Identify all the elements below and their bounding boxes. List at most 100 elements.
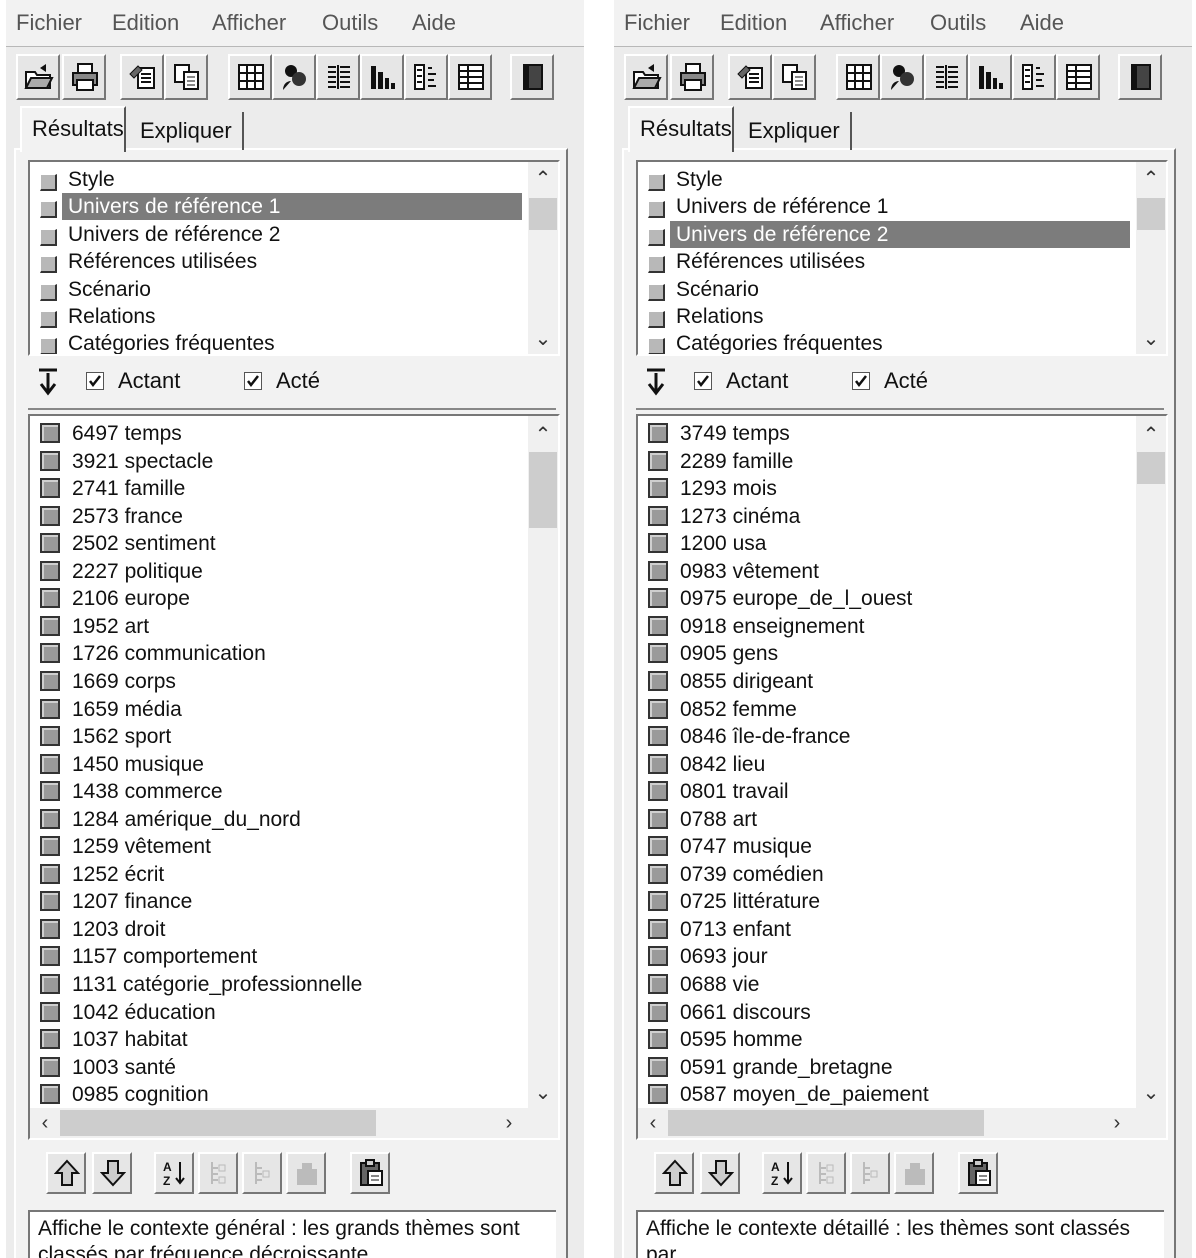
scroll-thumb[interactable]: [60, 1110, 376, 1136]
bar-chart-button[interactable]: [360, 54, 404, 100]
list-item[interactable]: 1207 finance: [30, 888, 526, 915]
people-button[interactable]: [272, 54, 316, 100]
scroll-thumb[interactable]: [529, 452, 557, 528]
stamp-button[interactable]: [894, 1152, 934, 1194]
actant-checkbox[interactable]: [86, 372, 104, 390]
menu-fichier[interactable]: Fichier: [16, 10, 82, 36]
category-checkbox[interactable]: [648, 201, 665, 219]
list-item[interactable]: 0842 lieu: [638, 751, 1134, 778]
scroll-thumb[interactable]: [1137, 452, 1165, 484]
grid-button[interactable]: [836, 54, 880, 100]
scroll-right-arrow[interactable]: ›: [494, 1108, 524, 1138]
list-item[interactable]: 1659 média: [30, 696, 526, 723]
list-item[interactable]: 0693 jour: [638, 943, 1134, 970]
category-item[interactable]: Relations: [638, 303, 1134, 330]
scroll-down-arrow[interactable]: ⌄: [1136, 1078, 1166, 1108]
tab-resultats[interactable]: Résultats: [20, 106, 126, 152]
list-item[interactable]: 0713 enfant: [638, 916, 1134, 943]
list-item[interactable]: 0747 musique: [638, 833, 1134, 860]
scroll-thumb[interactable]: [529, 198, 557, 230]
category-item[interactable]: Références utilisées: [638, 248, 1134, 275]
columns-button[interactable]: [924, 54, 968, 100]
list-item[interactable]: 0801 travail: [638, 778, 1134, 805]
download-arrow-icon[interactable]: [36, 368, 60, 400]
list-item[interactable]: 0846 île-de-france: [638, 723, 1134, 750]
list-item[interactable]: 1203 droit: [30, 916, 526, 943]
scroll-thumb[interactable]: [1137, 198, 1165, 230]
collapse-tree-button[interactable]: [242, 1152, 282, 1194]
theme-horizontal-scrollbar[interactable]: ‹ ›: [638, 1108, 1166, 1138]
list-item[interactable]: 0852 femme: [638, 696, 1134, 723]
open-folder-button[interactable]: [16, 54, 60, 100]
bar-chart-button[interactable]: [968, 54, 1012, 100]
category-checkbox[interactable]: [40, 338, 57, 354]
list-item[interactable]: 0788 art: [638, 806, 1134, 833]
list-item[interactable]: 3921 spectacle: [30, 448, 526, 475]
menu-edition[interactable]: Edition: [720, 10, 787, 36]
menu-outils[interactable]: Outils: [322, 10, 378, 36]
list-item[interactable]: 1037 habitat: [30, 1026, 526, 1053]
category-item[interactable]: Scénario: [638, 276, 1134, 303]
category-item[interactable]: Univers de référence 2: [30, 221, 526, 248]
scroll-up-arrow[interactable]: ⌃: [1136, 164, 1166, 194]
category-checkbox[interactable]: [40, 228, 57, 246]
columns-button[interactable]: [316, 54, 360, 100]
category-checkbox[interactable]: [648, 338, 665, 354]
category-list[interactable]: Style Univers de référence 1 Univers de ré…: [28, 160, 560, 356]
list-item[interactable]: 1003 santé: [30, 1054, 526, 1081]
category-checkbox[interactable]: [648, 256, 665, 274]
scroll-left-arrow[interactable]: ‹: [638, 1108, 668, 1138]
list-item[interactable]: 0985 cognition: [30, 1081, 526, 1108]
list-item[interactable]: 1293 mois: [638, 475, 1134, 502]
tab-resultats[interactable]: Résultats: [628, 106, 734, 152]
list-item[interactable]: 0688 vie: [638, 971, 1134, 998]
category-checkbox[interactable]: [40, 311, 57, 328]
theme-vertical-scrollbar[interactable]: ⌃ ⌄: [1136, 416, 1166, 1108]
list-item[interactable]: 1438 commerce: [30, 778, 526, 805]
scroll-thumb[interactable]: [668, 1110, 984, 1136]
list-item[interactable]: 1252 écrit: [30, 861, 526, 888]
scroll-up-arrow[interactable]: ⌃: [528, 420, 558, 450]
list-item[interactable]: 1259 vêtement: [30, 833, 526, 860]
print-button[interactable]: [62, 54, 106, 100]
open-folder-button[interactable]: [624, 54, 668, 100]
properties-button[interactable]: [120, 54, 164, 100]
category-item[interactable]: Style: [638, 166, 1134, 193]
list-item[interactable]: 2573 france: [30, 503, 526, 530]
list-item[interactable]: 2741 famille: [30, 475, 526, 502]
list-item[interactable]: 1131 catégorie_professionnelle: [30, 971, 526, 998]
clipboard-button[interactable]: [350, 1152, 390, 1194]
theme-horizontal-scrollbar[interactable]: ‹ ›: [30, 1108, 558, 1138]
list-item[interactable]: 1273 cinéma: [638, 503, 1134, 530]
category-checkbox[interactable]: [648, 174, 665, 191]
list-item[interactable]: 1562 sport: [30, 723, 526, 750]
category-checkbox[interactable]: [40, 201, 57, 219]
list-item[interactable]: 0975 europe_de_l_ouest: [638, 585, 1134, 612]
arrow-down-button[interactable]: [92, 1152, 132, 1194]
category-item[interactable]: Catégories fréquentes: [30, 330, 526, 354]
stamp-button[interactable]: [286, 1152, 326, 1194]
expand-tree-button[interactable]: [806, 1152, 846, 1194]
menu-fichier[interactable]: Fichier: [624, 10, 690, 36]
list-item[interactable]: 1284 amérique_du_nord: [30, 806, 526, 833]
category-scrollbar[interactable]: ⌃ ⌄: [1136, 162, 1166, 354]
list-item[interactable]: 2227 politique: [30, 558, 526, 585]
scroll-left-arrow[interactable]: ‹: [30, 1108, 60, 1138]
table-button[interactable]: [1056, 54, 1100, 100]
list-item[interactable]: 0739 comédien: [638, 861, 1134, 888]
category-item[interactable]: Catégories fréquentes: [638, 330, 1134, 354]
list-item[interactable]: 0587 moyen_de_paiement: [638, 1081, 1134, 1108]
book-button[interactable]: [510, 54, 554, 100]
category-checkbox[interactable]: [648, 283, 665, 301]
list-item[interactable]: 0855 dirigeant: [638, 668, 1134, 695]
list-item[interactable]: 2106 europe: [30, 585, 526, 612]
copy-button[interactable]: [164, 54, 208, 100]
menu-aide[interactable]: Aide: [412, 10, 456, 36]
list-item[interactable]: 1042 éducation: [30, 999, 526, 1026]
arrow-down-button[interactable]: [700, 1152, 740, 1194]
category-checkbox[interactable]: [648, 228, 665, 246]
scroll-down-arrow[interactable]: ⌄: [528, 324, 558, 354]
list-item[interactable]: 1726 communication: [30, 640, 526, 667]
expand-tree-button[interactable]: [198, 1152, 238, 1194]
download-arrow-icon[interactable]: [644, 368, 668, 400]
